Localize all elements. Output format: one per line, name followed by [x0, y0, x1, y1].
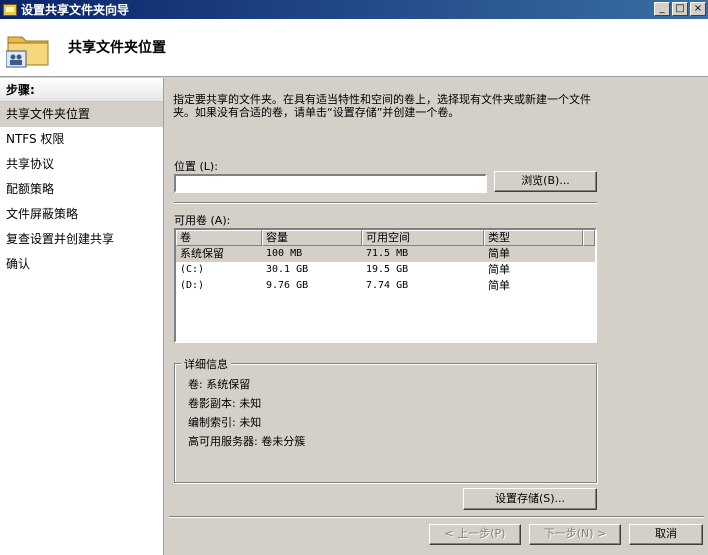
separator: [174, 202, 597, 204]
wizard-icon: [3, 3, 17, 16]
close-button[interactable]: ×: [690, 2, 706, 16]
column-header-spacer: [583, 230, 595, 246]
volume-free-space: 71.5 MB: [366, 248, 409, 259]
window-title: 设置共享文件夹向导: [21, 3, 130, 17]
volume-type: 简单: [488, 247, 510, 260]
volume-row[interactable]: (C:) 30.1 GB 19.5 GB 简单: [176, 262, 595, 278]
title-bar: 设置共享文件夹向导 _ □ ×: [0, 0, 708, 19]
minimize-button[interactable]: _: [654, 2, 670, 16]
location-label: 位置 (L):: [174, 160, 218, 173]
folder-with-users-icon: [6, 36, 49, 68]
details-title: 详细信息: [181, 356, 231, 372]
steps-heading: 步骤:: [0, 78, 163, 102]
volume-capacity: 30.1 GB: [266, 264, 309, 275]
step-ntfs-permissions[interactable]: NTFS 权限: [0, 127, 163, 152]
step-share-folder-location[interactable]: 共享文件夹位置: [0, 102, 163, 127]
step-review-and-create[interactable]: 复查设置并创建共享: [0, 227, 163, 252]
step-share-protocols[interactable]: 共享协议: [0, 152, 163, 177]
browse-button[interactable]: 浏览(B)...: [494, 171, 597, 192]
detail-indexing: 编制索引: 未知: [188, 416, 262, 429]
page-title: 共享文件夹位置: [68, 40, 166, 56]
volume-list-header: 卷 容量 可用空间 类型: [176, 230, 595, 246]
step-confirmation[interactable]: 确认: [0, 252, 163, 277]
column-header-type[interactable]: 类型: [484, 230, 583, 246]
volume-row[interactable]: 系统保留 100 MB 71.5 MB 简单: [176, 246, 595, 262]
step-file-screen-policy[interactable]: 文件屏蔽策略: [0, 202, 163, 227]
back-button[interactable]: < 上一步(P): [429, 524, 521, 545]
volume-name: (C:): [180, 264, 205, 275]
instructions-text: 指定要共享的文件夹。在具有适当特性和空间的卷上，选择现有文件夹或新建一个文件夹。…: [173, 93, 591, 119]
provision-storage-button[interactable]: 设置存储(S)...: [463, 488, 597, 510]
footer-separator: [169, 516, 704, 518]
volume-free-space: 19.5 GB: [366, 264, 409, 275]
detail-shadow-copy: 卷影副本: 未知: [188, 397, 262, 410]
volume-name: (D:): [180, 280, 205, 291]
column-header-volume[interactable]: 卷: [176, 230, 262, 246]
volume-type: 简单: [488, 279, 510, 292]
volume-row[interactable]: (D:) 9.76 GB 7.74 GB 简单: [176, 278, 595, 294]
volume-capacity: 9.76 GB: [266, 280, 309, 291]
available-volumes-list[interactable]: 卷 容量 可用空间 类型 系统保留 100 MB 71.5 MB 简单 (C:)…: [174, 228, 597, 343]
volume-free-space: 7.74 GB: [366, 280, 409, 291]
wizard-header: 共享文件夹位置: [0, 19, 708, 77]
detail-volume: 卷: 系统保留: [188, 378, 251, 391]
step-quota-policy[interactable]: 配额策略: [0, 177, 163, 202]
next-button[interactable]: 下一步(N) >: [529, 524, 621, 545]
volume-type: 简单: [488, 263, 510, 276]
location-input[interactable]: [174, 174, 487, 193]
window-controls: _ □ ×: [654, 2, 706, 16]
volume-name: 系统保留: [180, 247, 224, 260]
column-header-capacity[interactable]: 容量: [262, 230, 362, 246]
cancel-button[interactable]: 取消: [629, 524, 703, 545]
main-panel: 指定要共享的文件夹。在具有适当特性和空间的卷上，选择现有文件夹或新建一个文件夹。…: [165, 78, 708, 555]
column-header-free-space[interactable]: 可用空间: [362, 230, 484, 246]
maximize-button[interactable]: □: [672, 2, 688, 16]
available-volumes-label: 可用卷 (A):: [174, 214, 231, 227]
volume-capacity: 100 MB: [266, 248, 303, 259]
steps-sidebar: 步骤: 共享文件夹位置 NTFS 权限 共享协议 配额策略 文件屏蔽策略 复查设…: [0, 78, 164, 555]
detail-high-availability: 高可用服务器: 卷未分簇: [188, 435, 306, 448]
